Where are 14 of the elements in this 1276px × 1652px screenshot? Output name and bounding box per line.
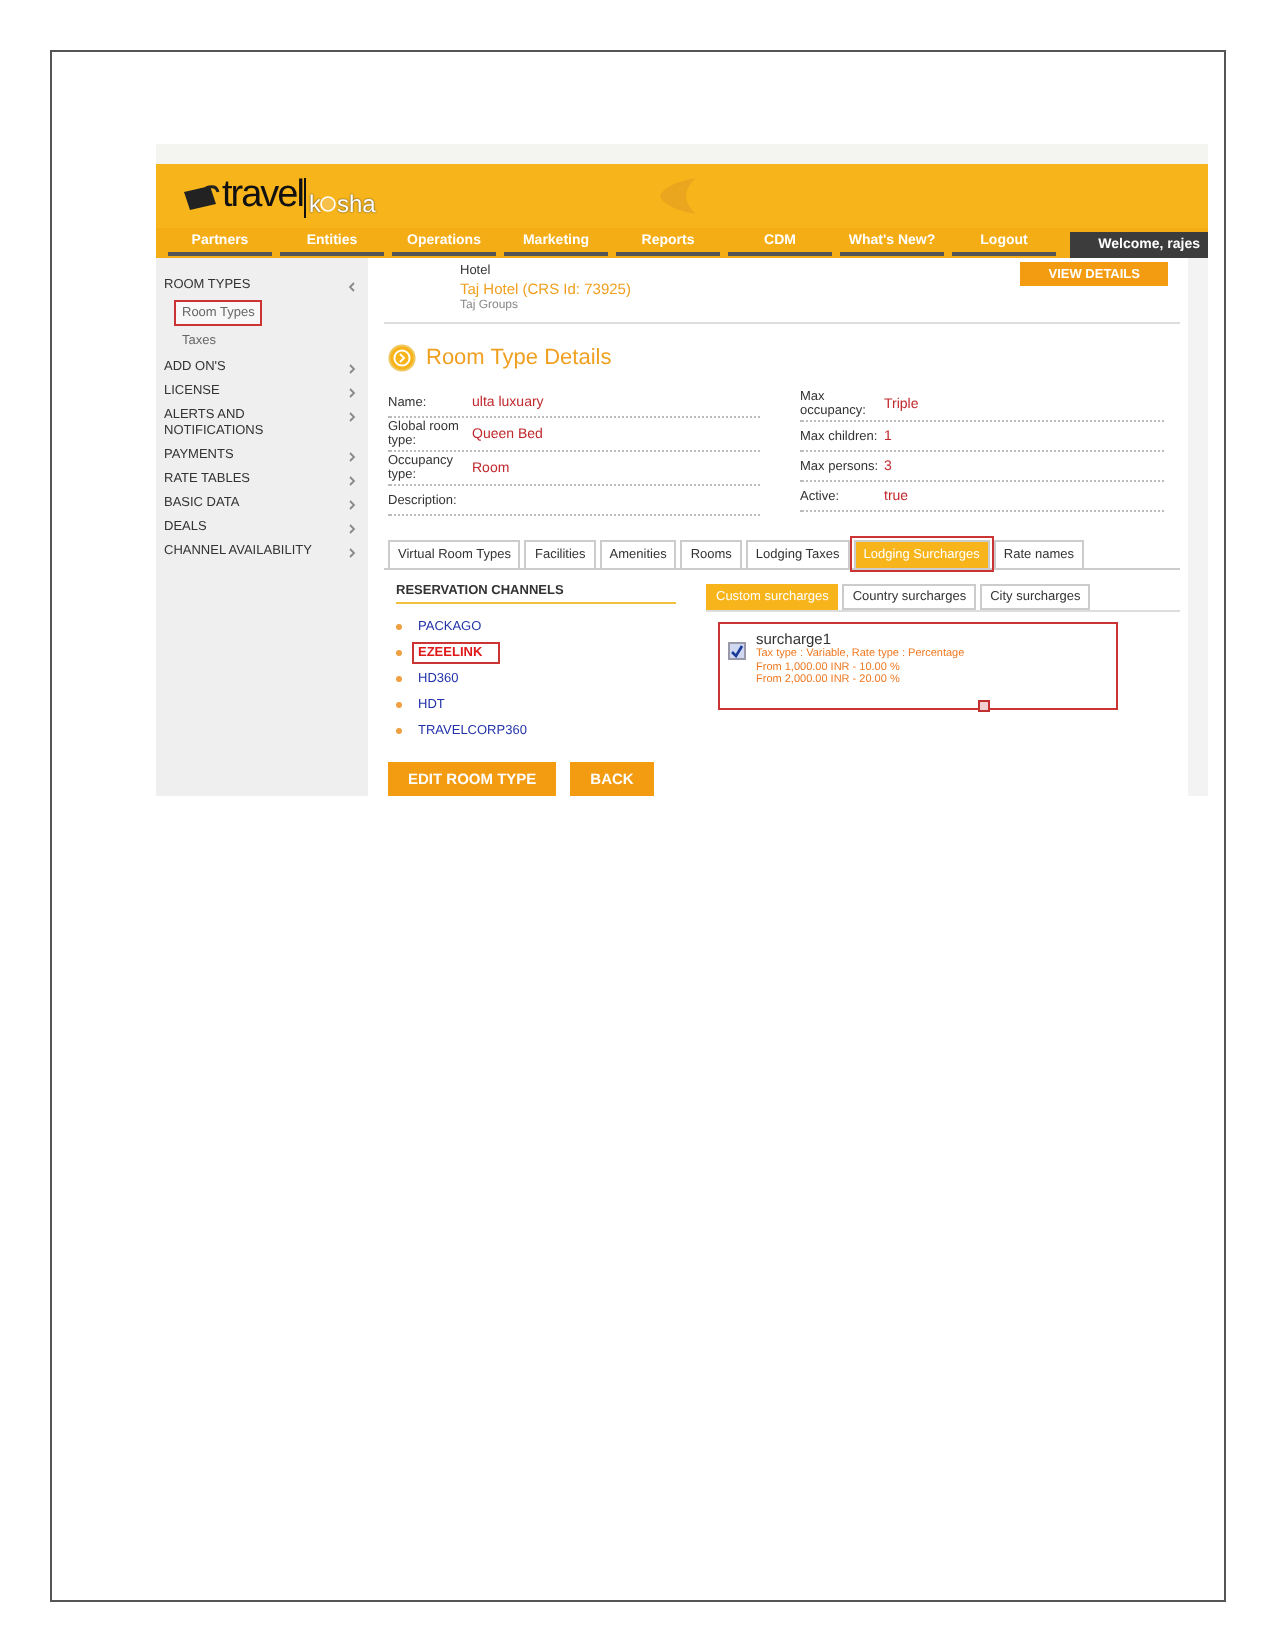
arrow-circle-icon: [388, 344, 416, 372]
checkbox[interactable]: [728, 642, 746, 660]
bullet-icon: [396, 676, 402, 682]
bullet-icon: [396, 728, 402, 734]
logo-text: k: [308, 190, 321, 218]
orb-icon: [320, 196, 337, 212]
bullet-icon: [396, 702, 402, 708]
section-title: Room Type Details: [426, 346, 612, 370]
bullet-icon: [396, 624, 402, 630]
bullet-icon: [396, 650, 402, 656]
suitcase-icon: [180, 184, 220, 212]
scrollbar[interactable]: [1188, 258, 1208, 796]
logo-text: sha: [336, 190, 376, 218]
logo-text: travel: [222, 174, 303, 218]
